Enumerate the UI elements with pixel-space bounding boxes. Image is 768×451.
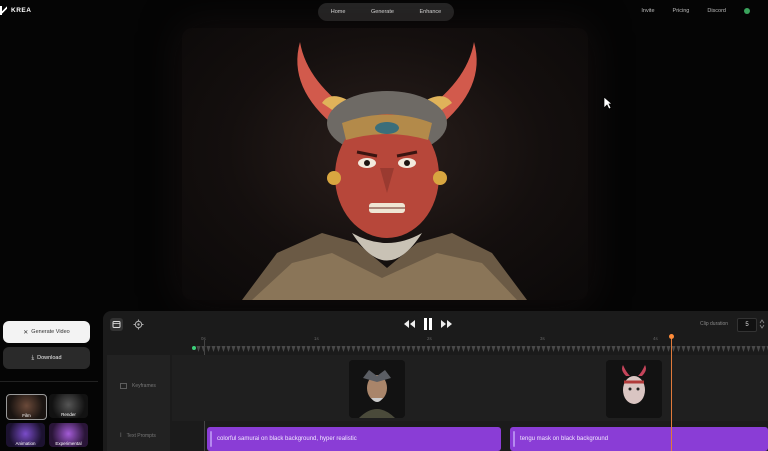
nav-generate[interactable]: Generate — [371, 9, 394, 15]
keyframes-lane[interactable] — [172, 355, 768, 421]
ruler-label-2: 2s — [427, 336, 432, 341]
clip-view-button[interactable] — [110, 318, 123, 331]
nav-pricing[interactable]: Pricing — [673, 8, 690, 14]
playhead-line[interactable] — [671, 336, 672, 451]
video-preview — [182, 28, 588, 300]
style-experimental[interactable]: Experimental — [49, 423, 88, 447]
download-label: Download — [37, 355, 62, 361]
style-render-label: Render — [61, 412, 76, 417]
left-panel-divider — [0, 381, 98, 382]
generate-video-button[interactable]: ✕ Generate Video — [3, 321, 90, 343]
style-render[interactable]: Render — [49, 394, 88, 418]
generate-video-label: Generate Video — [31, 329, 70, 335]
prompt-clip-1[interactable]: colorful samurai on black background, hy… — [207, 427, 501, 451]
keyframe-samurai[interactable] — [349, 360, 405, 418]
style-film[interactable]: Film — [6, 394, 47, 420]
ruler-label-1: 1s — [314, 336, 319, 341]
playhead-handle[interactable] — [669, 334, 674, 339]
tengu-mask-image — [242, 42, 527, 300]
fast-forward-icon[interactable] — [441, 320, 452, 328]
download-icon: ⤓ — [31, 354, 35, 361]
style-film-label: Film — [22, 413, 31, 418]
pause-icon[interactable] — [423, 318, 433, 330]
prompt-text-2: tengu mask on black background — [520, 436, 609, 442]
nav-enhance[interactable]: Enhance — [419, 9, 441, 15]
prompt-text-1: colorful samurai on black background, hy… — [217, 436, 357, 442]
keyframe-tengu[interactable] — [606, 360, 662, 418]
clip-duration-stepper-icon[interactable] — [759, 319, 765, 329]
text-prompts-lane-label: I Text Prompts — [120, 433, 156, 439]
ruler-label-4: 4s — [653, 336, 658, 341]
keyframes-label: Keyframes — [132, 383, 156, 389]
text-icon: I — [120, 433, 122, 439]
playback-controls — [404, 318, 452, 330]
timeline-ruler[interactable] — [196, 346, 768, 352]
gear-icon — [133, 319, 144, 330]
nav-home[interactable]: Home — [331, 9, 346, 15]
krea-logo[interactable]: KREA — [0, 6, 31, 15]
nav-invite[interactable]: Invite — [641, 8, 654, 14]
style-experimental-label: Experimental — [55, 441, 82, 446]
mouse-cursor-icon — [603, 96, 613, 110]
keyframes-lane-label: Keyframes — [120, 383, 156, 389]
film-icon — [112, 321, 121, 328]
top-nav: Home Generate Enhance — [318, 3, 454, 21]
timeline-start-marker — [192, 346, 196, 350]
image-icon — [120, 383, 127, 389]
style-animation-label: Animation — [15, 441, 36, 446]
download-button[interactable]: ⤓ Download — [3, 347, 90, 369]
prompt-clip-2[interactable]: tengu mask on black background — [510, 427, 768, 451]
rewind-icon[interactable] — [404, 320, 415, 328]
nav-discord[interactable]: Discord — [707, 8, 726, 14]
text-prompts-label: Text Prompts — [126, 433, 156, 439]
settings-button[interactable] — [132, 318, 145, 331]
generate-sparkle-icon: ✕ — [23, 329, 29, 336]
samurai-thumbnail — [349, 360, 405, 418]
right-nav: Invite Pricing Discord — [641, 8, 768, 14]
style-animation[interactable]: Animation — [6, 423, 45, 447]
clip-duration-input[interactable]: 5 — [737, 318, 757, 332]
ruler-label-3: 3s — [540, 336, 545, 341]
avatar[interactable] — [744, 8, 750, 14]
krea-logo-icon — [0, 6, 7, 15]
clip-duration-label: Clip duration — [700, 321, 729, 327]
brand-name: KREA — [11, 7, 32, 14]
tengu-thumbnail — [606, 360, 662, 418]
